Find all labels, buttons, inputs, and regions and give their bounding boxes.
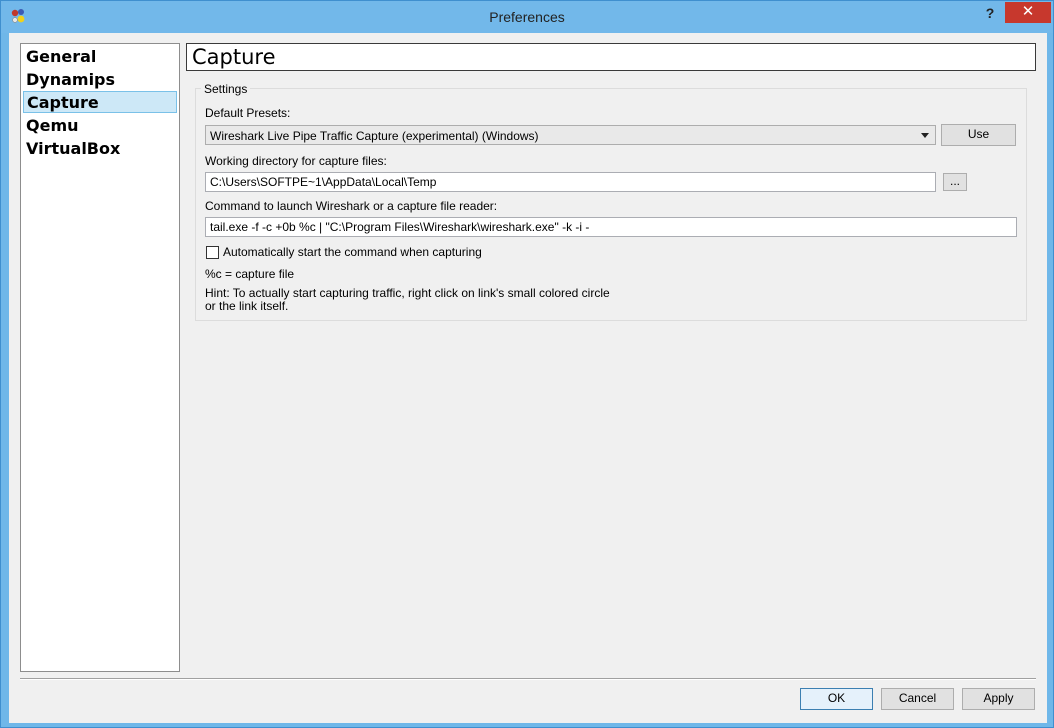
capture-file-note: %c = capture file bbox=[205, 267, 295, 281]
help-button[interactable]: ? bbox=[979, 3, 1001, 23]
nav-item-general[interactable]: General bbox=[23, 46, 177, 68]
working-directory-input[interactable]: C:\Users\SOFTPE~1\AppData\Local\Temp bbox=[205, 172, 936, 192]
default-presets-label: Default Presets: bbox=[205, 106, 291, 120]
autostart-checkbox[interactable] bbox=[206, 246, 219, 259]
working-directory-label: Working directory for capture files: bbox=[205, 154, 387, 168]
nav-item-capture[interactable]: Capture bbox=[23, 91, 177, 113]
default-presets-combo[interactable]: Wireshark Live Pipe Traffic Capture (exp… bbox=[205, 125, 936, 145]
page-title: Capture bbox=[186, 43, 1036, 71]
preferences-nav-list[interactable]: General Dynamips Capture Qemu VirtualBox bbox=[20, 43, 180, 672]
footer-divider bbox=[20, 678, 1036, 680]
command-label: Command to launch Wireshark or a capture… bbox=[205, 199, 498, 213]
nav-item-qemu[interactable]: Qemu bbox=[23, 115, 177, 137]
nav-item-dynamips[interactable]: Dynamips bbox=[23, 69, 177, 91]
hint-text-line-1: Hint: To actually start capturing traffi… bbox=[205, 286, 610, 300]
dialog-body: General Dynamips Capture Qemu VirtualBox… bbox=[9, 33, 1047, 723]
title-bar[interactable]: Preferences ? ✕ bbox=[1, 1, 1053, 33]
hint-text-line-2: or the link itself. bbox=[205, 299, 289, 313]
preferences-window: Preferences ? ✕ General Dynamips Capture… bbox=[0, 0, 1054, 728]
apply-button[interactable]: Apply bbox=[962, 688, 1035, 710]
command-input[interactable]: tail.exe -f -c +0b %c | "C:\Program File… bbox=[205, 217, 1017, 237]
default-presets-value: Wireshark Live Pipe Traffic Capture (exp… bbox=[210, 129, 539, 143]
ok-button[interactable]: OK bbox=[800, 688, 873, 710]
cancel-button[interactable]: Cancel bbox=[881, 688, 954, 710]
close-button[interactable]: ✕ bbox=[1005, 2, 1051, 23]
browse-button[interactable]: ... bbox=[943, 173, 967, 191]
use-preset-button[interactable]: Use bbox=[941, 124, 1016, 146]
nav-item-virtualbox[interactable]: VirtualBox bbox=[23, 138, 177, 160]
settings-group-title: Settings bbox=[201, 82, 251, 96]
autostart-label[interactable]: Automatically start the command when cap… bbox=[223, 245, 482, 259]
chevron-down-icon bbox=[921, 133, 929, 138]
window-title: Preferences bbox=[489, 9, 565, 25]
